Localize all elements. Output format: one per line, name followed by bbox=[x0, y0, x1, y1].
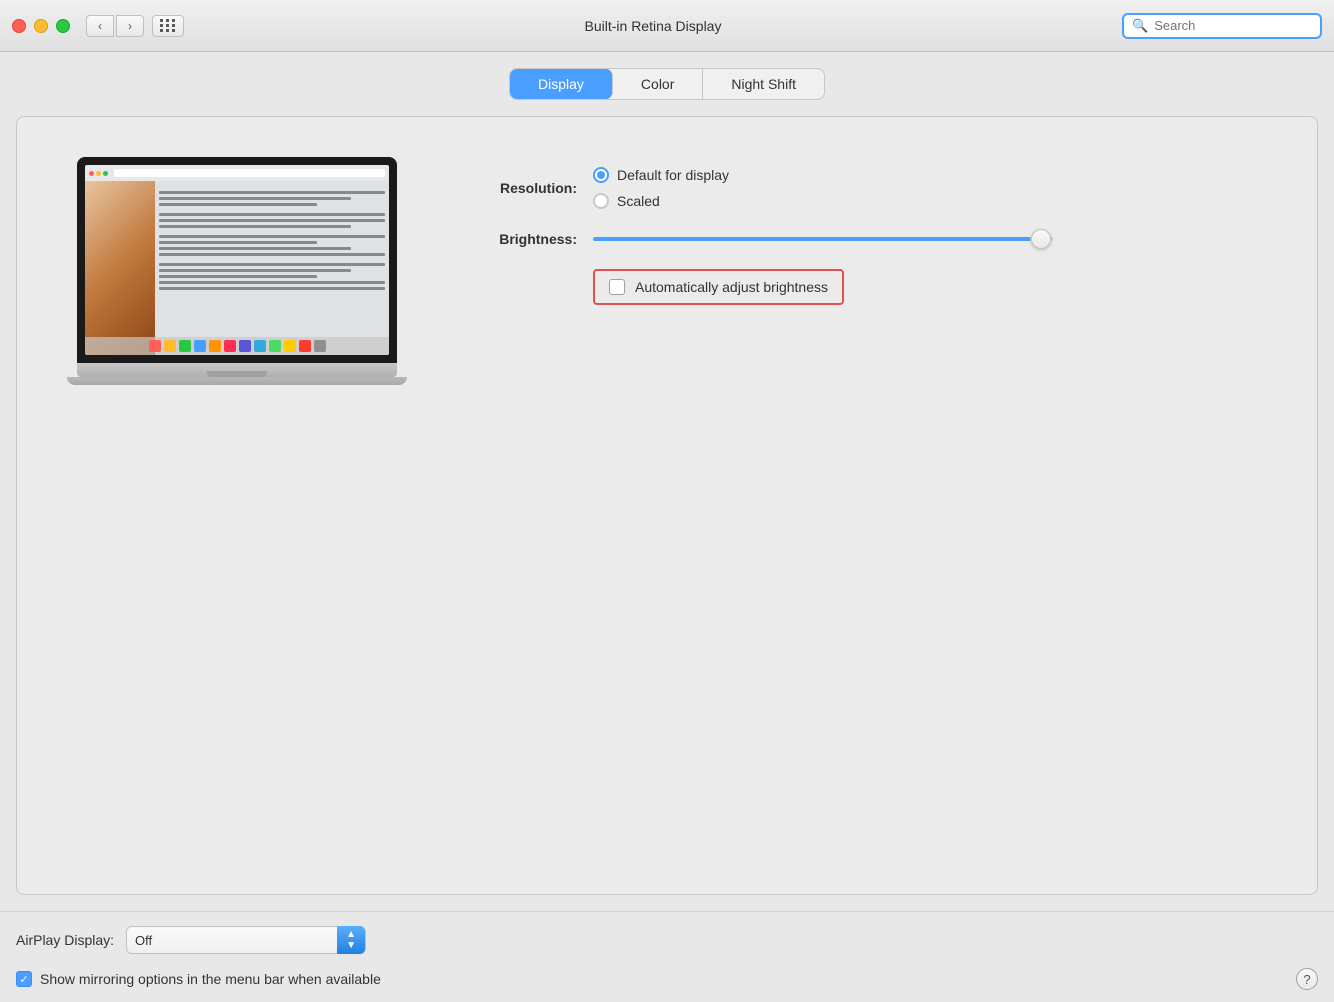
dock-icon bbox=[224, 340, 236, 352]
resolution-scaled-option[interactable]: Scaled bbox=[593, 193, 729, 209]
screen-text-line bbox=[159, 203, 317, 206]
screen-dot-yellow bbox=[96, 171, 101, 176]
resolution-default-option[interactable]: Default for display bbox=[593, 167, 729, 183]
laptop-base bbox=[77, 363, 397, 377]
display-content: Resolution: Default for display Scaled bbox=[37, 157, 1297, 385]
screen-text-line bbox=[159, 225, 351, 228]
screen-text-line bbox=[159, 213, 385, 216]
search-input[interactable] bbox=[1154, 18, 1330, 33]
laptop-screen-outer bbox=[77, 157, 397, 363]
laptop-foot bbox=[67, 377, 407, 385]
screen-dock bbox=[85, 337, 389, 355]
auto-brightness-checkbox[interactable] bbox=[609, 279, 625, 295]
airplay-chevron-icon: ▲▼ bbox=[337, 926, 365, 954]
dock-icon bbox=[179, 340, 191, 352]
brightness-row: Brightness: bbox=[457, 229, 1297, 249]
resolution-radio-group: Default for display Scaled bbox=[593, 167, 729, 209]
dock-icon bbox=[299, 340, 311, 352]
help-button[interactable]: ? bbox=[1296, 968, 1318, 990]
dock-icon bbox=[254, 340, 266, 352]
forward-button[interactable]: › bbox=[116, 15, 144, 37]
radio-inner bbox=[597, 171, 605, 179]
screen-text-line bbox=[159, 281, 385, 284]
screen-main bbox=[155, 181, 389, 355]
tab-color[interactable]: Color bbox=[613, 69, 703, 99]
airplay-label: AirPlay Display: bbox=[16, 932, 114, 948]
dock-icon bbox=[239, 340, 251, 352]
traffic-lights bbox=[12, 19, 70, 33]
screen-text-line bbox=[159, 253, 385, 256]
fullscreen-button[interactable] bbox=[56, 19, 70, 33]
brightness-label: Brightness: bbox=[457, 231, 577, 247]
screen-url-bar bbox=[114, 169, 385, 177]
screen-text-line bbox=[159, 219, 385, 222]
airplay-select-value: Off bbox=[135, 933, 357, 948]
mirror-label: Show mirroring options in the menu bar w… bbox=[40, 971, 381, 987]
screen-dot-green bbox=[103, 171, 108, 176]
dock-icon bbox=[314, 340, 326, 352]
close-button[interactable] bbox=[12, 19, 26, 33]
dock-icon bbox=[209, 340, 221, 352]
minimize-button[interactable] bbox=[34, 19, 48, 33]
bottom-section: AirPlay Display: Off ▲▼ bbox=[0, 911, 1334, 968]
brightness-slider-container[interactable] bbox=[593, 229, 1053, 249]
auto-brightness-row: Automatically adjust brightness bbox=[593, 269, 1297, 305]
laptop bbox=[77, 157, 397, 385]
screen-text-line bbox=[159, 247, 351, 250]
bottom-bar: ✓ Show mirroring options in the menu bar… bbox=[0, 968, 1334, 1002]
tab-container: Display Color Night Shift bbox=[509, 68, 825, 100]
dock-icon bbox=[284, 340, 296, 352]
dock-icon bbox=[149, 340, 161, 352]
laptop-illustration bbox=[77, 157, 397, 385]
grid-icon bbox=[160, 19, 176, 32]
auto-brightness-label: Automatically adjust brightness bbox=[635, 279, 828, 295]
auto-brightness-option[interactable]: Automatically adjust brightness bbox=[593, 269, 844, 305]
tab-display[interactable]: Display bbox=[510, 69, 613, 99]
nav-buttons: ‹ › bbox=[86, 15, 144, 37]
screen-text-line bbox=[159, 269, 351, 272]
search-icon: 🔍 bbox=[1132, 18, 1148, 34]
dock-icon bbox=[269, 340, 281, 352]
display-panel: Resolution: Default for display Scaled bbox=[16, 116, 1318, 895]
settings-area: Resolution: Default for display Scaled bbox=[457, 157, 1297, 305]
content-area: Display Color Night Shift bbox=[0, 52, 1334, 911]
screen-text-line bbox=[159, 275, 317, 278]
grid-button[interactable] bbox=[152, 15, 184, 37]
mirror-checkbox[interactable]: ✓ bbox=[16, 971, 32, 987]
screen-text-line bbox=[159, 241, 317, 244]
screen-text-line bbox=[159, 197, 351, 200]
screen-text-line bbox=[159, 263, 385, 266]
screen-browser-bar bbox=[85, 165, 389, 181]
back-icon: ‹ bbox=[98, 19, 102, 33]
forward-icon: › bbox=[128, 19, 132, 33]
resolution-scaled-label: Scaled bbox=[617, 193, 660, 209]
dock-icon bbox=[194, 340, 206, 352]
dock-icon bbox=[164, 340, 176, 352]
resolution-row: Resolution: Default for display Scaled bbox=[457, 167, 1297, 209]
screen-dot-red bbox=[89, 171, 94, 176]
screen-text-line bbox=[159, 235, 385, 238]
checkmark-icon: ✓ bbox=[19, 973, 28, 986]
airplay-select[interactable]: Off ▲▼ bbox=[126, 926, 366, 954]
tab-bar: Display Color Night Shift bbox=[16, 68, 1318, 100]
screen-body bbox=[85, 181, 389, 355]
titlebar: ‹ › Built-in Retina Display 🔍 bbox=[0, 0, 1334, 52]
laptop-notch bbox=[207, 371, 267, 377]
brightness-slider-thumb[interactable] bbox=[1031, 229, 1051, 249]
laptop-screen bbox=[85, 165, 389, 355]
resolution-default-radio[interactable] bbox=[593, 167, 609, 183]
window-title: Built-in Retina Display bbox=[184, 18, 1122, 34]
resolution-default-label: Default for display bbox=[617, 167, 729, 183]
screen-text-line bbox=[159, 287, 385, 290]
screen-sidebar bbox=[85, 181, 155, 355]
back-button[interactable]: ‹ bbox=[86, 15, 114, 37]
tab-night-shift[interactable]: Night Shift bbox=[703, 69, 824, 99]
resolution-label: Resolution: bbox=[457, 180, 577, 196]
brightness-slider-track bbox=[593, 237, 1053, 241]
screen-text-line bbox=[159, 191, 385, 194]
search-box[interactable]: 🔍 bbox=[1122, 13, 1322, 39]
resolution-scaled-radio[interactable] bbox=[593, 193, 609, 209]
